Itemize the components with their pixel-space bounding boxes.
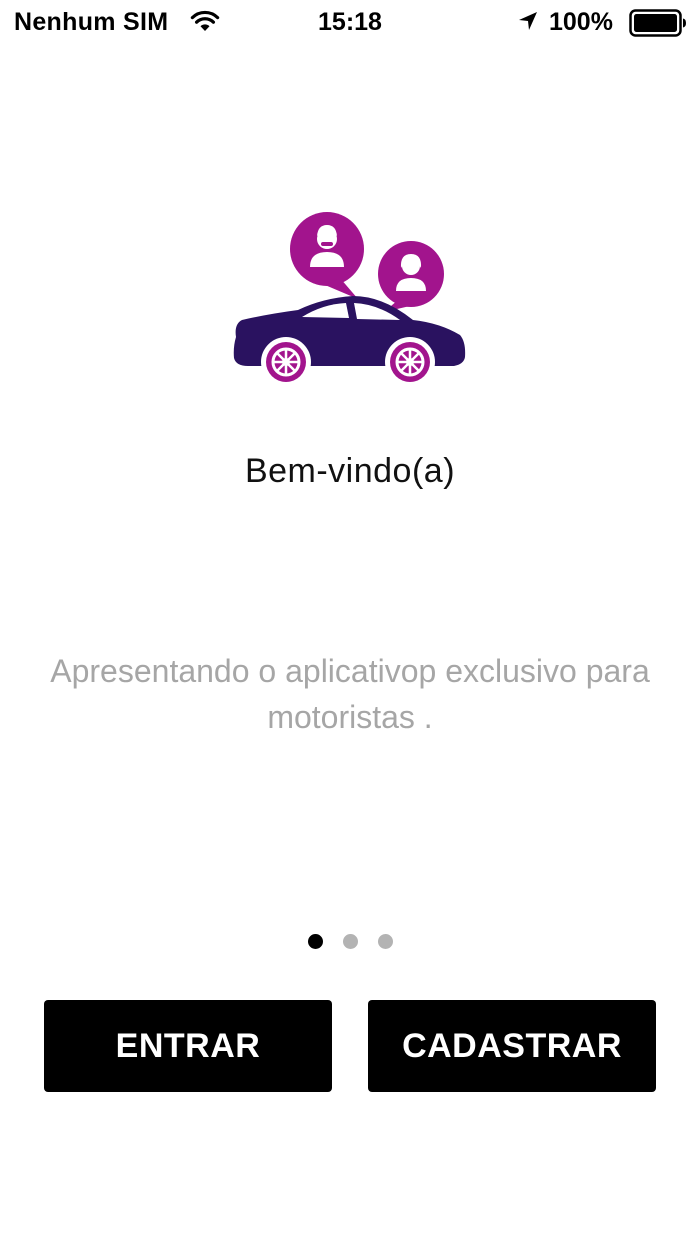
page-indicator [0,934,700,950]
login-button[interactable]: ENTRAR [44,1000,332,1092]
page-dot-2[interactable] [342,934,358,949]
battery-icon [629,9,686,37]
car-illustration-icon [233,212,466,387]
status-bar: Nenhum SIM 15:18 100% [0,0,700,46]
passenger-bubble-icon [378,241,444,312]
car-body [233,296,466,387]
welcome-title: Bem-vindo(a) [244,452,456,490]
page-dot-3[interactable] [377,934,393,949]
welcome-subtitle: Apresentando o aplicativop exclusivo par… [50,653,650,735]
driver-bubble-icon [290,212,364,299]
battery-percentage: 100% [549,8,613,36]
register-button[interactable]: CADASTRAR [368,1000,656,1092]
rear-wheel [390,342,430,382]
page-dot-1[interactable] [307,934,323,949]
location-arrow-icon [519,12,537,30]
front-wheel [266,342,306,382]
